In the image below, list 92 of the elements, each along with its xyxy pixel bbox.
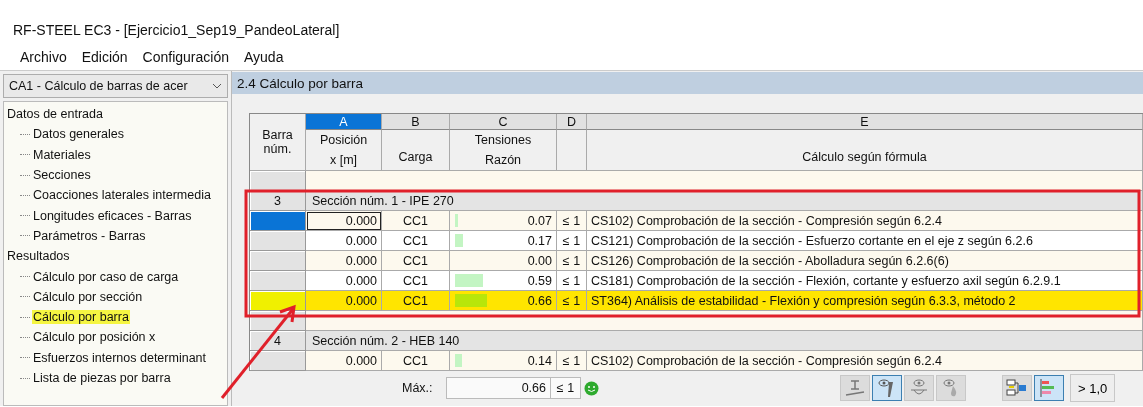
table-cell: CS181) Comprobación de la sección - Flexión, cortante y esfuerzo axil según 6.2.9.1 (587, 271, 1143, 291)
table-cell: CS126) Comprobación de la sección - Abolladura según 6.2.6(6) (587, 251, 1143, 271)
table-cell: ≤ 1 (557, 251, 587, 271)
tree-item[interactable]: Longitudes eficaces - Barras (32, 208, 193, 223)
ratio-bar (455, 294, 487, 307)
tree-item[interactable]: Parámetros - Barras (32, 228, 147, 243)
tree-item[interactable]: Cálculo por barra (32, 310, 130, 325)
max-label: Máx.: (402, 381, 434, 395)
panel-title: 2.4 Cálculo por barra (232, 72, 1143, 94)
table-cell: 0.07 (450, 211, 557, 231)
row-header[interactable] (250, 171, 306, 191)
case-dropdown[interactable]: CA1 - Cálculo de barras de acer (3, 74, 228, 98)
table-cell: 0.17 (450, 231, 557, 251)
ratio-bar (455, 234, 464, 247)
table-cell: ST364) Análisis de estabilidad - Flexión y compresión según 6.3.3, método 2 (587, 291, 1143, 311)
max-value-field: 0.66 (446, 377, 551, 399)
table-cell: CC1 (382, 251, 450, 271)
table-cell: 0.000 (306, 251, 382, 271)
tree-item[interactable]: Materiales (32, 147, 92, 162)
table-cell: CS102) Comprobación de la sección - Compresión según 6.2.4 (587, 351, 1143, 371)
toolbar-button[interactable] (1002, 375, 1032, 401)
table-cell: ≤ 1 (557, 271, 587, 291)
table-cell: CC1 (382, 271, 450, 291)
table-cell: 0.000 (306, 351, 382, 371)
column-letter[interactable]: D (557, 114, 587, 130)
table-cell: 0.59 (450, 271, 557, 291)
table-cell: CC1 (382, 211, 450, 231)
ratio-bar (455, 354, 462, 367)
tree-item[interactable]: Cálculo por sección (32, 289, 144, 304)
tree-item[interactable]: Lista de piezas por barra (32, 371, 172, 385)
menu-item[interactable]: Edición (75, 49, 137, 65)
menu-item[interactable]: Archivo (14, 49, 76, 65)
tree-item[interactable]: Coacciones laterales intermedia (32, 188, 212, 203)
table-cell: CS102) Comprobación de la sección - Compresión según 6.2.4 (587, 211, 1143, 231)
group-row: Sección núm. 1 - IPE 270 (306, 191, 1143, 211)
table-cell: CS121) Comprobación de la sección - Esfuerzo cortante en el eje z según 6.2.6 (587, 231, 1143, 251)
row-header[interactable] (250, 211, 306, 231)
table-cell: 0.000 (306, 291, 382, 311)
smiley-icon (584, 380, 599, 396)
column-header: Carga (382, 130, 450, 171)
filter-button[interactable]: > 1,0 (1070, 374, 1116, 402)
tree-item[interactable]: Secciones (32, 168, 92, 183)
table-cell: ≤ 1 (557, 211, 587, 231)
table-cell: 0.000 (306, 211, 382, 231)
column-header (557, 130, 587, 171)
ratio-bar (455, 274, 484, 287)
menu-item[interactable]: Configuración (136, 49, 238, 65)
column-header: Tensiones Razón (450, 130, 557, 171)
eye-icon (909, 378, 929, 398)
column-header: Barra núm. (250, 114, 306, 171)
beam-icon (845, 379, 865, 397)
tree-item[interactable]: Cálculo por caso de carga (32, 269, 180, 284)
menu-item[interactable]: Ayuda (238, 49, 293, 65)
window-title: RF-STEEL EC3 - [Ejercicio1_Sep19_PandeoLateral] (12, 21, 341, 40)
group-row: Sección núm. 2 - HEB 140 (306, 331, 1143, 351)
toolbar-button[interactable] (1034, 375, 1064, 401)
table-cell: CC1 (382, 231, 450, 251)
table-cell: 0.000 (306, 271, 382, 291)
toolbar-button[interactable] (840, 375, 870, 401)
row-header[interactable]: 4 (250, 331, 306, 351)
tree-item[interactable]: Datos generales (32, 127, 126, 142)
toolbar-button[interactable] (904, 375, 934, 401)
table-cell: 0.66 (450, 291, 557, 311)
ratio-bar (455, 214, 459, 227)
table-cell: 0.000 (306, 231, 382, 251)
table-cell: ≤ 1 (557, 231, 587, 251)
column-letter[interactable]: B (382, 114, 450, 130)
tree-item[interactable]: Resultados (6, 249, 71, 264)
table-cell: ≤ 1 (557, 351, 587, 371)
table-cell: CC1 (382, 291, 450, 311)
table-cell: 0.00 (450, 251, 557, 271)
tree-item[interactable]: Cálculo por posición x (32, 330, 157, 345)
row-header[interactable] (250, 291, 306, 311)
table-cell: CC1 (382, 351, 450, 371)
chevron-down-icon (212, 83, 222, 89)
limit-field: ≤ 1 (551, 377, 581, 399)
row-header[interactable] (250, 271, 306, 291)
toolbar-button[interactable] (872, 375, 902, 401)
table-cell: 0.14 (450, 351, 557, 371)
row-header[interactable]: 3 (250, 191, 306, 211)
column-letter[interactable]: A (306, 114, 382, 130)
row-header[interactable] (250, 231, 306, 251)
column-header: Posición x [m] (306, 130, 382, 171)
tree-item[interactable]: Datos de entrada (6, 107, 104, 122)
column-letter[interactable]: C (450, 114, 557, 130)
table-cell: ≤ 1 (557, 291, 587, 311)
column-letter[interactable]: E (587, 114, 1143, 130)
row-header[interactable] (250, 251, 306, 271)
table-export-icon (1006, 378, 1028, 398)
tree-item[interactable]: Esfuerzos internos determinant (32, 350, 207, 365)
column-header: Cálculo según fórmula (587, 130, 1143, 171)
row-header[interactable] (250, 351, 306, 371)
